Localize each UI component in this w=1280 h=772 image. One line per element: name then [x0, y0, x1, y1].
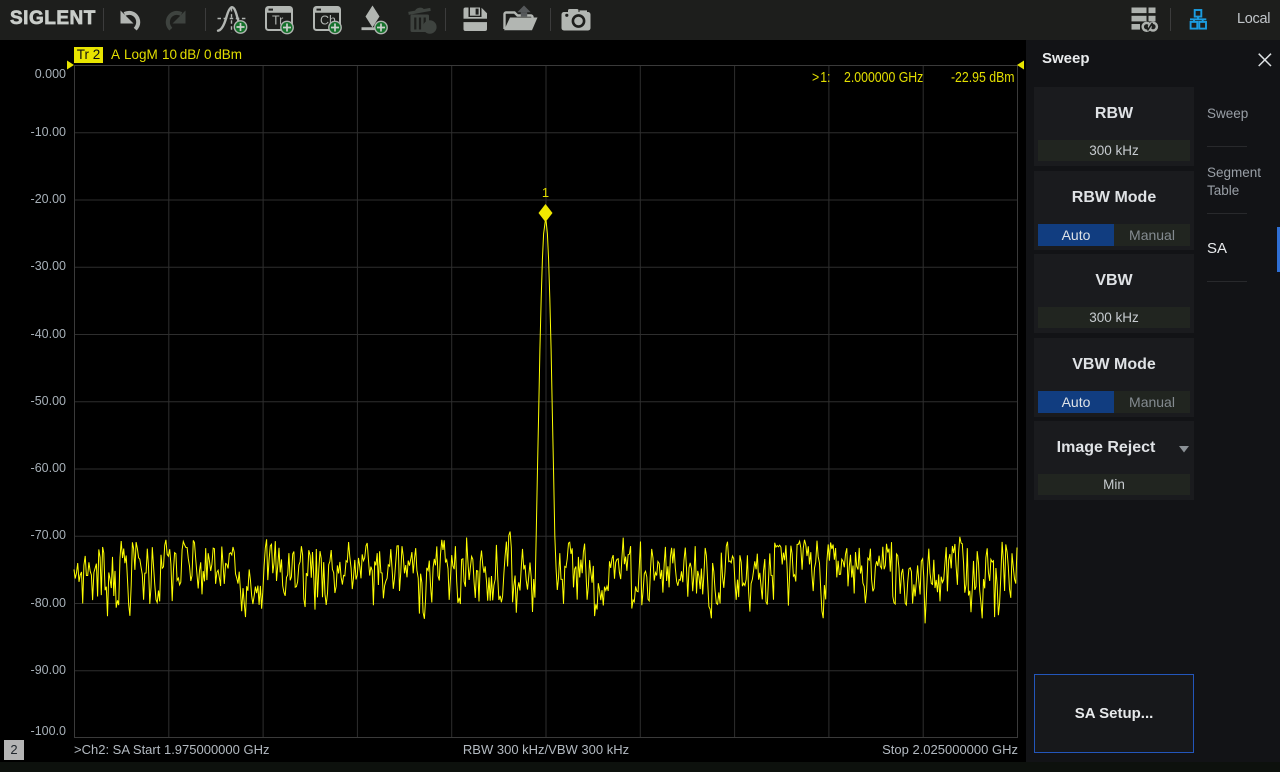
svg-text:1: 1	[542, 185, 549, 200]
